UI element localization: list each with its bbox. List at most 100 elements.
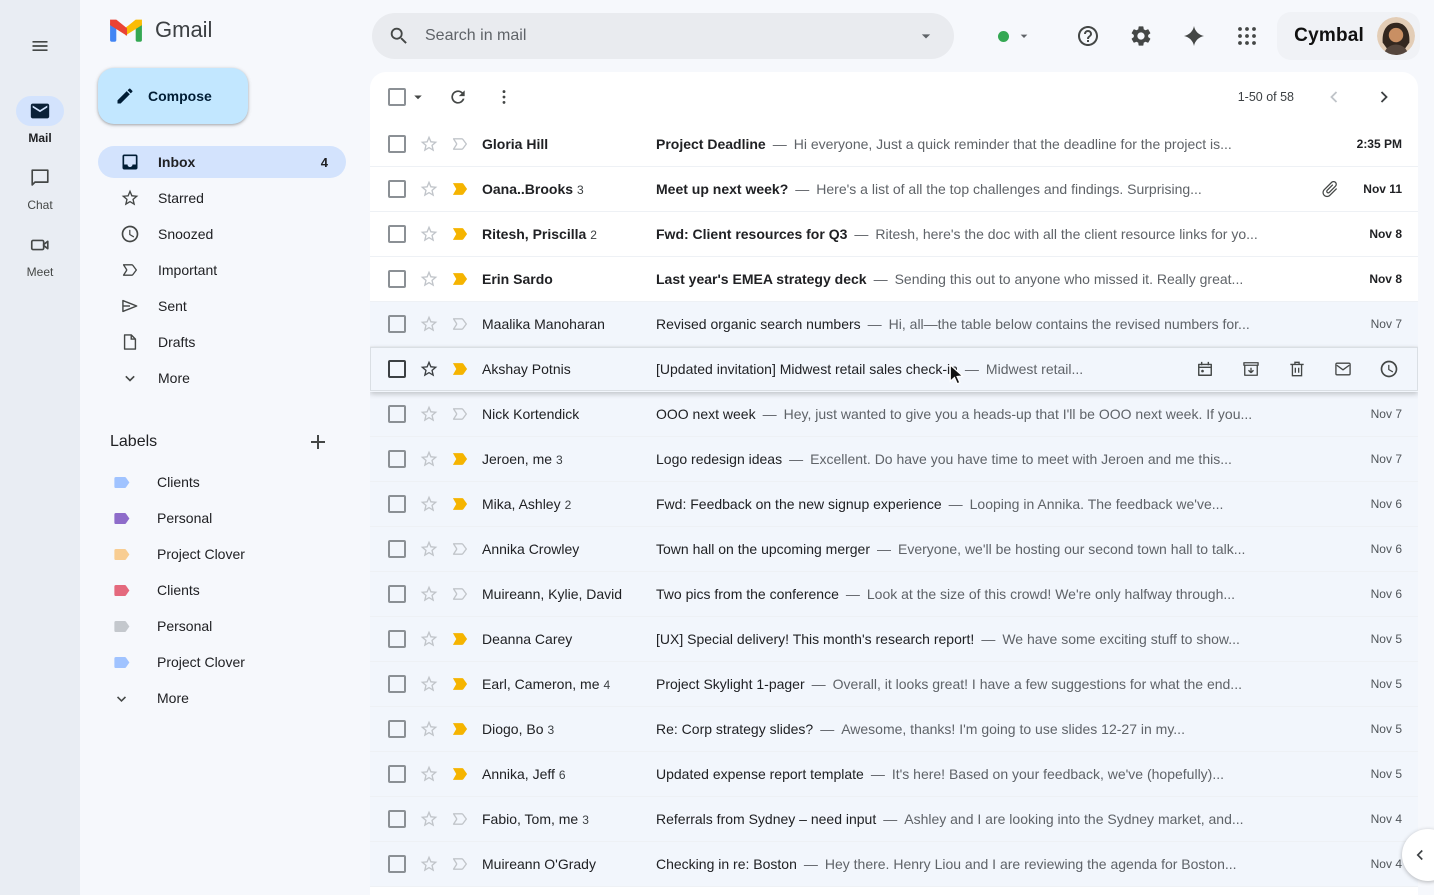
- email-row[interactable]: Muireann O'Grady Checking in re: Boston—…: [370, 842, 1418, 887]
- email-row[interactable]: Jeroen, me3 Logo redesign ideas—Excellen…: [370, 437, 1418, 482]
- star-icon[interactable]: [419, 764, 439, 784]
- sidebar-item-drafts[interactable]: Drafts: [98, 326, 346, 358]
- star-icon[interactable]: [419, 224, 439, 244]
- sidebar-label-more[interactable]: More: [80, 680, 370, 716]
- importance-marker-icon[interactable]: [450, 404, 470, 424]
- sidebar-label-project-clover[interactable]: Project Clover: [80, 644, 370, 680]
- select-all-checkbox[interactable]: [388, 88, 406, 106]
- star-icon[interactable]: [419, 359, 439, 379]
- sidebar-label-project-clover[interactable]: Project Clover: [80, 536, 370, 572]
- select-checkbox[interactable]: [388, 270, 406, 288]
- search-bar[interactable]: [372, 13, 954, 59]
- email-row[interactable]: Fabio, Tom, me3 Referrals from Sydney – …: [370, 797, 1418, 842]
- star-icon[interactable]: [419, 179, 439, 199]
- importance-marker-icon[interactable]: [450, 224, 470, 244]
- email-row[interactable]: Akshay Potnis [Updated invitation] Midwe…: [370, 347, 1418, 392]
- search-options-icon[interactable]: [916, 26, 936, 46]
- importance-marker-icon[interactable]: [450, 674, 470, 694]
- importance-marker-icon[interactable]: [450, 494, 470, 514]
- importance-marker-icon[interactable]: [450, 269, 470, 289]
- select-checkbox[interactable]: [388, 630, 406, 648]
- email-row[interactable]: Muireann, Kylie, David Two pics from the…: [370, 572, 1418, 617]
- sidebar-item-important[interactable]: Important: [98, 254, 346, 286]
- email-row[interactable]: Gloria Hill Project Deadline—Hi everyone…: [370, 122, 1418, 167]
- settings-button[interactable]: [1117, 12, 1165, 60]
- snooze-icon[interactable]: [1379, 359, 1399, 379]
- calendar-icon[interactable]: [1195, 359, 1215, 379]
- apps-button[interactable]: [1223, 12, 1271, 60]
- mark-as-read-icon[interactable]: [1333, 359, 1353, 379]
- sidebar-label-clients[interactable]: Clients: [80, 464, 370, 500]
- importance-marker-icon[interactable]: [450, 134, 470, 154]
- refresh-button[interactable]: [441, 80, 475, 114]
- older-page-button[interactable]: [1374, 87, 1394, 107]
- sidebar-label-personal[interactable]: Personal: [80, 608, 370, 644]
- select-checkbox[interactable]: [388, 540, 406, 558]
- importance-marker-icon[interactable]: [450, 449, 470, 469]
- star-icon[interactable]: [419, 674, 439, 694]
- select-checkbox[interactable]: [388, 810, 406, 828]
- delete-icon[interactable]: [1287, 359, 1307, 379]
- select-checkbox[interactable]: [388, 405, 406, 423]
- importance-marker-icon[interactable]: [450, 359, 470, 379]
- email-row[interactable]: Annika, Jeff6 Updated expense report tem…: [370, 752, 1418, 797]
- email-row[interactable]: Nick Kortendick OOO next week—Hey, just …: [370, 392, 1418, 437]
- select-options-icon[interactable]: [409, 88, 427, 106]
- search-icon[interactable]: [388, 25, 410, 47]
- importance-marker-icon[interactable]: [450, 584, 470, 604]
- email-row[interactable]: Diogo, Bo3 Re: Corp strategy slides?—Awe…: [370, 707, 1418, 752]
- select-checkbox[interactable]: [388, 450, 406, 468]
- importance-marker-icon[interactable]: [450, 539, 470, 559]
- rail-item-chat[interactable]: Chat: [16, 163, 64, 212]
- select-checkbox[interactable]: [388, 720, 406, 738]
- importance-marker-icon[interactable]: [450, 314, 470, 334]
- compose-button[interactable]: Compose: [98, 68, 248, 124]
- star-icon[interactable]: [419, 629, 439, 649]
- email-row[interactable]: Deanna Carey [UX] Special delivery! This…: [370, 617, 1418, 662]
- archive-icon[interactable]: [1241, 359, 1261, 379]
- email-row[interactable]: Annika Crowley Town hall on the upcoming…: [370, 527, 1418, 572]
- rail-item-meet[interactable]: Meet: [16, 230, 64, 279]
- email-row[interactable]: Earl, Cameron, me4 Project Skylight 1-pa…: [370, 662, 1418, 707]
- star-icon[interactable]: [419, 719, 439, 739]
- gemini-button[interactable]: [1170, 12, 1218, 60]
- select-checkbox[interactable]: [388, 765, 406, 783]
- rail-item-mail[interactable]: Mail: [16, 96, 64, 145]
- sidebar-label-clients[interactable]: Clients: [80, 572, 370, 608]
- sidebar-item-more[interactable]: More: [98, 362, 346, 394]
- search-input[interactable]: [425, 27, 916, 45]
- importance-marker-icon[interactable]: [450, 809, 470, 829]
- select-checkbox[interactable]: [388, 855, 406, 873]
- star-icon[interactable]: [419, 314, 439, 334]
- star-icon[interactable]: [419, 404, 439, 424]
- sidebar-item-inbox[interactable]: Inbox 4: [98, 146, 346, 178]
- star-icon[interactable]: [419, 539, 439, 559]
- more-options-button[interactable]: [487, 80, 521, 114]
- select-checkbox[interactable]: [388, 675, 406, 693]
- select-checkbox[interactable]: [388, 315, 406, 333]
- sidebar-item-sent[interactable]: Sent: [98, 290, 346, 322]
- star-icon[interactable]: [419, 134, 439, 154]
- select-checkbox[interactable]: [388, 585, 406, 603]
- select-checkbox[interactable]: [388, 135, 406, 153]
- email-row[interactable]: Mika, Ashley2 Fwd: Feedback on the new s…: [370, 482, 1418, 527]
- importance-marker-icon[interactable]: [450, 179, 470, 199]
- account-avatar[interactable]: [1377, 17, 1415, 55]
- star-icon[interactable]: [419, 854, 439, 874]
- select-checkbox[interactable]: [388, 225, 406, 243]
- star-icon[interactable]: [419, 584, 439, 604]
- star-icon[interactable]: [419, 269, 439, 289]
- newer-page-button[interactable]: [1324, 87, 1344, 107]
- email-row[interactable]: Erin Sardo Last year's EMEA strategy dec…: [370, 257, 1418, 302]
- support-button[interactable]: [1064, 12, 1112, 60]
- select-checkbox[interactable]: [388, 495, 406, 513]
- email-row[interactable]: Maalika Manoharan Revised organic search…: [370, 302, 1418, 347]
- importance-marker-icon[interactable]: [450, 764, 470, 784]
- sidebar-label-personal[interactable]: Personal: [80, 500, 370, 536]
- star-icon[interactable]: [419, 809, 439, 829]
- importance-marker-icon[interactable]: [450, 629, 470, 649]
- star-icon[interactable]: [419, 449, 439, 469]
- importance-marker-icon[interactable]: [450, 854, 470, 874]
- email-row[interactable]: Oana..Brooks3 Meet up next week?—Here's …: [370, 167, 1418, 212]
- select-checkbox[interactable]: [388, 180, 406, 198]
